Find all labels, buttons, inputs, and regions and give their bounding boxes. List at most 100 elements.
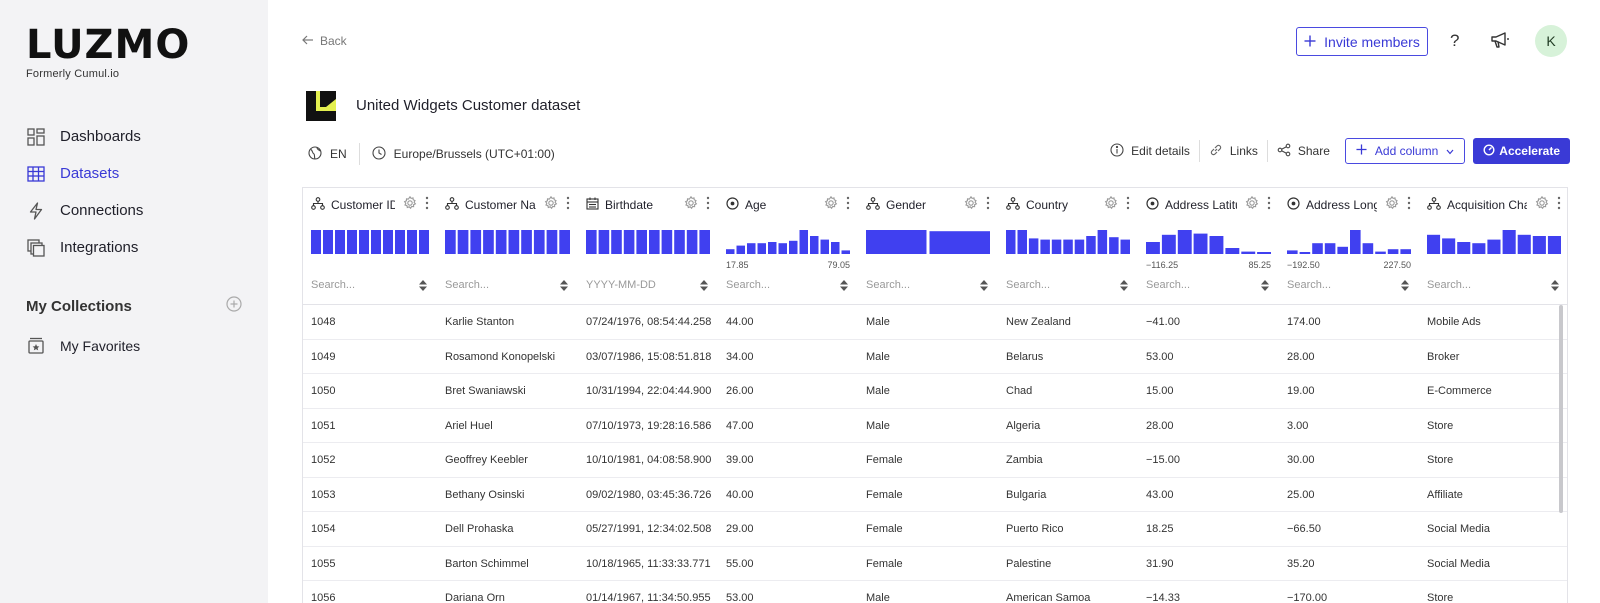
histogram-bar[interactable] — [1017, 230, 1028, 254]
histogram-bar[interactable] — [841, 250, 851, 254]
histogram-bar[interactable] — [1074, 239, 1085, 254]
histogram-bar[interactable] — [1177, 230, 1192, 254]
histogram-bar[interactable] — [470, 230, 482, 254]
histogram-bar[interactable] — [1097, 230, 1108, 254]
table-row[interactable]: 1052 Geoffrey Keebler 10/10/1981, 04:08:58… — [303, 443, 1567, 478]
histogram-bar[interactable] — [778, 243, 788, 254]
histogram-bar[interactable] — [383, 230, 393, 254]
table-row[interactable]: 1055 Barton Schimmel 10/18/1965, 11:33:33.… — [303, 547, 1567, 581]
histogram-bar[interactable] — [311, 230, 321, 254]
column-search-input[interactable]: Search... — [1427, 276, 1559, 294]
histogram-bar[interactable] — [1487, 239, 1501, 254]
histogram-bar[interactable] — [649, 230, 660, 254]
histogram-bar[interactable] — [789, 240, 798, 254]
table-row[interactable]: 1056 Dariana Orn 01/14/1967, 11:34:50.955 5… — [303, 581, 1567, 603]
table-row[interactable]: 1053 Bethany Osinski 09/02/1980, 03:45:36.… — [303, 478, 1567, 512]
histogram-bar[interactable] — [521, 230, 532, 254]
column-header[interactable]: Address Latitude −116.25 85.25 Search... — [1138, 188, 1279, 305]
dataset-title[interactable]: United Widgets Customer dataset — [356, 97, 580, 114]
histogram-bar[interactable] — [1225, 248, 1240, 254]
histogram-bar[interactable] — [1375, 251, 1386, 254]
column-drag-handle-icon[interactable] — [986, 196, 990, 212]
histogram-bar[interactable] — [335, 230, 345, 254]
table-row[interactable]: 1051 Ariel Huel 07/10/1973, 19:28:16.586 47… — [303, 409, 1567, 443]
histogram-bar[interactable] — [747, 243, 756, 254]
column-settings-icon[interactable] — [1104, 195, 1118, 215]
histogram-bar[interactable] — [820, 239, 830, 254]
table-row[interactable]: 1054 Dell Prohaska 05/27/1991, 12:34:02.50… — [303, 512, 1567, 547]
histogram-bar[interactable] — [1086, 236, 1096, 254]
histogram-bar[interactable] — [1324, 243, 1336, 254]
histogram-bar[interactable] — [611, 230, 622, 254]
table-scrollbar[interactable] — [1559, 305, 1563, 513]
column-settings-icon[interactable] — [403, 195, 417, 215]
add-collection-icon[interactable] — [226, 296, 242, 317]
histogram-bar[interactable] — [1472, 243, 1486, 254]
add-column-button[interactable]: Add column — [1344, 138, 1466, 164]
column-header[interactable]: Customer Name Search... — [437, 188, 578, 305]
brand-logo[interactable]: LUZMO Formerly Cumul.io — [26, 25, 190, 80]
histogram-bar[interactable] — [1063, 239, 1073, 254]
column-title[interactable]: Gender — [866, 196, 956, 214]
histogram-bar[interactable] — [686, 230, 698, 254]
share-button[interactable]: Share — [1268, 138, 1339, 164]
histogram-bar[interactable] — [598, 230, 610, 254]
column-settings-icon[interactable] — [1535, 195, 1549, 215]
sidebar-item-favorites[interactable]: My Favorites — [26, 336, 140, 356]
histogram-bar[interactable] — [661, 230, 673, 254]
timezone-selector[interactable]: Europe/Brussels (UTC+01:00) — [372, 145, 555, 163]
help-button[interactable]: ? — [1450, 31, 1459, 51]
column-settings-icon[interactable] — [684, 195, 698, 215]
sort-icon[interactable] — [560, 279, 568, 291]
histogram-bar[interactable] — [1442, 238, 1456, 254]
histogram-bar[interactable] — [929, 231, 991, 254]
column-header[interactable]: Customer ID Search... — [303, 188, 437, 305]
column-settings-icon[interactable] — [1245, 195, 1259, 215]
histogram-bar[interactable] — [699, 230, 710, 254]
histogram-bar[interactable] — [1387, 249, 1399, 254]
histogram-bar[interactable] — [1299, 252, 1311, 254]
back-link[interactable]: Back — [302, 34, 347, 48]
histogram-bar[interactable] — [508, 230, 520, 254]
histogram-bar[interactable] — [1517, 234, 1531, 254]
column-title[interactable]: Customer ID — [311, 196, 395, 214]
histogram-bar[interactable] — [1287, 250, 1298, 254]
histogram-bar[interactable] — [457, 230, 469, 254]
histogram-bar[interactable] — [1109, 237, 1119, 254]
sort-icon[interactable] — [840, 279, 848, 291]
histogram-bar[interactable] — [1209, 236, 1224, 254]
histogram-bar[interactable] — [407, 230, 417, 254]
column-title[interactable]: Birthdate — [586, 196, 676, 214]
histogram-bar[interactable] — [483, 230, 494, 254]
sort-icon[interactable] — [419, 279, 427, 291]
column-search-input[interactable]: Search... — [1287, 276, 1409, 294]
sort-icon[interactable] — [980, 279, 988, 291]
column-header[interactable]: Country Search... — [998, 188, 1138, 305]
histogram-bar[interactable] — [1006, 230, 1016, 254]
column-search-input[interactable]: Search... — [1146, 276, 1269, 294]
column-header[interactable]: Gender Search... — [858, 188, 998, 305]
histogram-bar[interactable] — [495, 230, 507, 254]
histogram-bar[interactable] — [1040, 239, 1050, 254]
announcements-button[interactable] — [1490, 31, 1510, 54]
column-header[interactable]: Address Longitude −192.50 227.50 Search... — [1279, 188, 1419, 305]
column-drag-handle-icon[interactable] — [1267, 196, 1271, 212]
histogram-bar[interactable] — [445, 230, 456, 254]
user-avatar[interactable]: K — [1535, 25, 1567, 57]
sidebar-item-datasets[interactable]: Datasets — [26, 155, 256, 192]
histogram-bar[interactable] — [1146, 242, 1160, 254]
histogram-bar[interactable] — [559, 230, 570, 254]
language-selector[interactable]: EN — [308, 145, 347, 163]
column-header[interactable]: Acquisition Channel Search... — [1419, 188, 1567, 305]
sort-icon[interactable] — [1401, 279, 1409, 291]
histogram-bar[interactable] — [371, 230, 381, 254]
column-search-input[interactable]: Search... — [445, 276, 568, 294]
histogram-bar[interactable] — [757, 243, 767, 254]
histogram-bar[interactable] — [1532, 236, 1546, 254]
invite-members-button[interactable]: Invite members — [1296, 27, 1428, 56]
histogram-bar[interactable] — [799, 230, 809, 254]
sort-icon[interactable] — [700, 279, 708, 291]
links-button[interactable]: Links — [1200, 138, 1267, 164]
histogram-bar[interactable] — [546, 230, 558, 254]
column-drag-handle-icon[interactable] — [566, 196, 570, 212]
